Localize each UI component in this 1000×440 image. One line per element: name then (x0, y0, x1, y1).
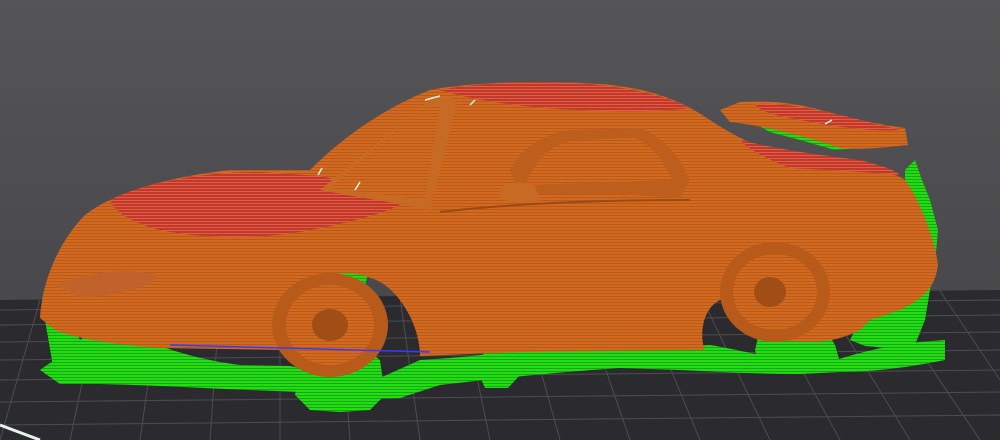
3d-preview-viewport[interactable] (0, 0, 1000, 440)
print-preview-scene[interactable] (0, 0, 1000, 440)
